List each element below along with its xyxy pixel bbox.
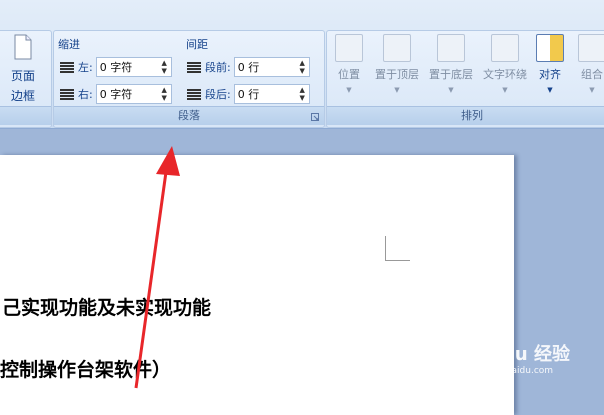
indent-title: 缩进 bbox=[58, 38, 80, 51]
group-label-text: 组合 bbox=[581, 68, 603, 81]
spacing-title: 间距 bbox=[186, 38, 208, 51]
send-to-back-icon bbox=[437, 34, 465, 62]
page-icon bbox=[14, 34, 32, 60]
align-label: 对齐 bbox=[539, 68, 561, 81]
spacing-after-value: 0 行 bbox=[237, 88, 260, 101]
spacing-after-row: 段后: 0 行 ▲ ▼ bbox=[187, 83, 310, 105]
group-icon bbox=[578, 34, 604, 62]
document-line-1[interactable]: 己实现功能及未实现功能 bbox=[2, 293, 211, 320]
position-icon bbox=[335, 34, 363, 62]
send-to-back-button[interactable]: 置于底层 ▼ bbox=[425, 34, 477, 94]
group-button[interactable]: 组合 ▼ bbox=[576, 34, 604, 94]
spacing-before-label: 段前: bbox=[205, 61, 231, 74]
watermark-url: jingyan.baidu.com bbox=[470, 366, 554, 376]
text-wrapping-button[interactable]: 文字环绕 ▼ bbox=[479, 34, 531, 94]
text-wrapping-icon bbox=[491, 34, 519, 62]
indent-left-row: 左: 0 字符 ▲ ▼ bbox=[60, 56, 172, 78]
indent-left-icon bbox=[60, 61, 74, 73]
spacing-before-input[interactable]: 0 行 ▲ ▼ bbox=[233, 57, 310, 77]
spacing-after-input[interactable]: 0 行 ▲ ▼ bbox=[233, 84, 310, 104]
indent-right-row: 右: 0 字符 ▲ ▼ bbox=[60, 83, 172, 105]
spacing-after-spin-arrows[interactable]: ▲ ▼ bbox=[298, 86, 307, 102]
bring-to-front-icon bbox=[383, 34, 411, 62]
text-wrapping-label: 文字环绕 bbox=[483, 68, 527, 81]
arrange-group-label: 排列 bbox=[327, 106, 604, 125]
chevron-down-icon: ▼ bbox=[394, 86, 400, 94]
chevron-down-icon: ▼ bbox=[589, 86, 595, 94]
spacing-before-row: 段前: 0 行 ▲ ▼ bbox=[187, 56, 310, 78]
align-button[interactable]: 对齐 ▼ bbox=[534, 34, 566, 94]
align-icon bbox=[536, 34, 564, 62]
indent-left-spin-arrows[interactable]: ▲ ▼ bbox=[160, 59, 169, 75]
chevron-down-icon: ▼ bbox=[547, 86, 553, 94]
watermark-brand: Baidu 经验 bbox=[470, 344, 571, 365]
indent-left-input[interactable]: 0 字符 ▲ ▼ bbox=[95, 57, 172, 77]
spacing-after-icon bbox=[187, 88, 201, 100]
document-line-2[interactable]: 控制操作台架软件） bbox=[0, 355, 171, 382]
indent-right-label: 右: bbox=[78, 88, 93, 101]
chevron-down-icon: ▼ bbox=[346, 86, 352, 94]
paragraph-group-label: 段落 bbox=[54, 106, 324, 125]
position-label: 位置 bbox=[338, 68, 360, 81]
send-to-back-label: 置于底层 bbox=[429, 68, 473, 81]
chevron-down-icon: ▼ bbox=[502, 86, 508, 94]
indent-right-input[interactable]: 0 字符 ▲ ▼ bbox=[95, 84, 172, 104]
indent-left-label: 左: bbox=[78, 61, 93, 74]
baidu-watermark: Baidu 经验 jingyan.baidu.com bbox=[470, 340, 570, 376]
page-border-button[interactable]: 页面 边框 bbox=[6, 34, 40, 104]
chevron-down-icon: ▼ bbox=[448, 86, 454, 94]
bring-to-front-button[interactable]: 置于顶层 ▼ bbox=[371, 34, 423, 94]
spacing-before-spin-arrows[interactable]: ▲ ▼ bbox=[298, 59, 307, 75]
spacing-after-label: 段后: bbox=[205, 88, 231, 101]
indent-left-value: 0 字符 bbox=[99, 61, 133, 74]
bring-to-front-label: 置于顶层 bbox=[375, 68, 419, 81]
page-border-label-1: 页面 bbox=[10, 69, 35, 83]
margin-corner-mark bbox=[385, 236, 410, 261]
group-label bbox=[0, 106, 51, 125]
dialog-launcher-icon[interactable] bbox=[311, 113, 319, 121]
spacing-before-value: 0 行 bbox=[237, 61, 260, 74]
indent-right-icon bbox=[60, 88, 74, 100]
spacing-before-icon bbox=[187, 61, 201, 73]
position-button[interactable]: 位置 ▼ bbox=[333, 34, 365, 94]
indent-right-spin-arrows[interactable]: ▲ ▼ bbox=[160, 86, 169, 102]
ribbon: 页面 边框 段落 缩进 左: 0 字符 ▲ ▼ 右: 0 字符 ▲ ▼ 间距 段前:… bbox=[0, 0, 604, 129]
page-border-label-2: 边框 bbox=[10, 89, 35, 103]
indent-right-value: 0 字符 bbox=[99, 88, 133, 101]
